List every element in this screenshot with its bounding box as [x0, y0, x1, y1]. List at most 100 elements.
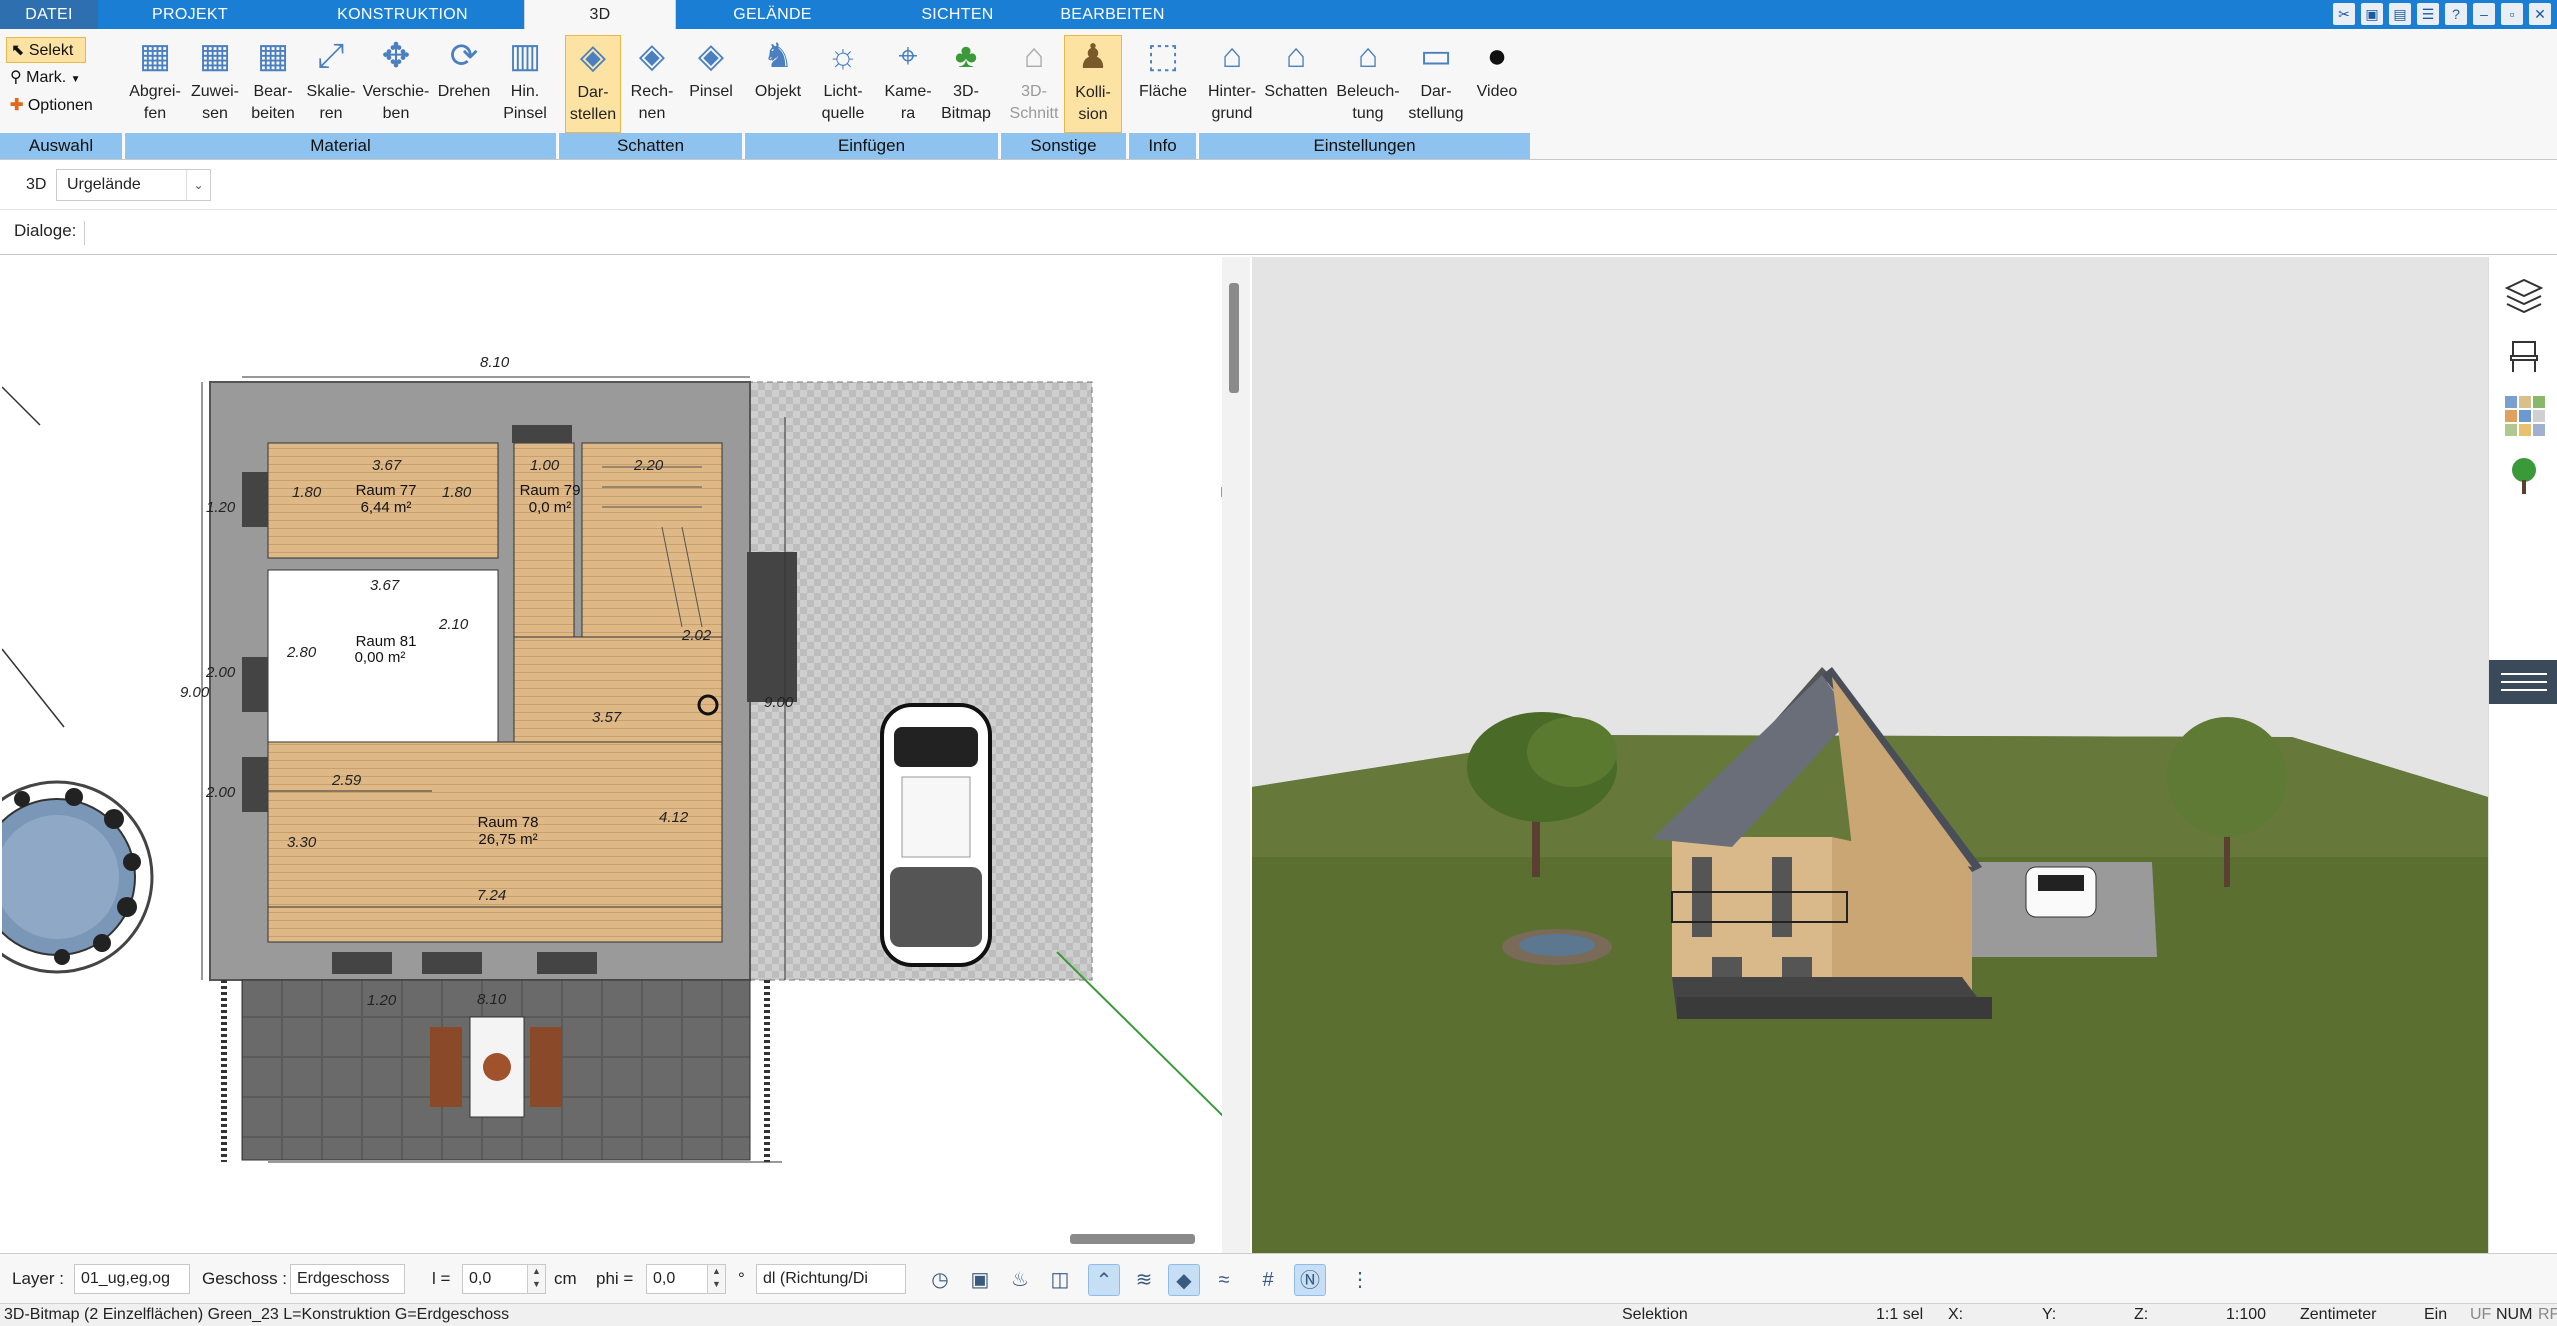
grid-icon[interactable]: #	[1252, 1264, 1284, 1296]
3d-scene[interactable]	[1252, 257, 2488, 1253]
person-icon: ♟	[1077, 38, 1109, 76]
right-side-panel	[2488, 257, 2557, 1253]
more-icon[interactable]: ⋮	[1344, 1264, 1376, 1296]
background-button[interactable]: ⌂ Hinter-grund	[1202, 35, 1262, 125]
tab-datei[interactable]: DATEI	[0, 0, 98, 29]
hint-brush-button[interactable]: ▥ Hin. Pinsel	[496, 35, 554, 125]
edit-material-button[interactable]: ▦ Bear-beiten	[244, 35, 302, 125]
angle-stepper-icon[interactable]: ▲ ▼	[707, 1265, 725, 1293]
lamp-icon[interactable]: ♨	[1004, 1264, 1036, 1296]
tools-icon[interactable]: ✂	[2333, 3, 2355, 25]
status-message: 3D-Bitmap (2 Einzelflächen) Green_23 L=K…	[4, 1306, 510, 1323]
group-info: Info	[1128, 133, 1196, 159]
settings-icon[interactable]: ☰	[2417, 3, 2439, 25]
shadow-settings-label: Schatten	[1264, 83, 1328, 100]
clock-icon[interactable]: ◷	[924, 1264, 956, 1296]
insert-light-label: Licht-quelle	[821, 83, 865, 122]
move-material-button[interactable]: ✥ Verschie-ben	[360, 35, 432, 125]
tab-bearbeiten[interactable]: BEARBEITEN	[1050, 0, 1175, 29]
plane-icon[interactable]: ◆	[1168, 1264, 1200, 1296]
compute-shadow-label: Rech-nen	[630, 83, 674, 122]
group-einfuegen: Einfügen	[744, 133, 998, 159]
layers-panel-icon[interactable]	[2501, 272, 2547, 318]
terrain-select[interactable]: Urgelände ⌄	[56, 169, 211, 201]
plan-horizontal-scroll-thumb[interactable]	[1070, 1234, 1195, 1244]
length-input[interactable]: 0,0 ▲ ▼	[462, 1264, 546, 1294]
select-button[interactable]: ⬉ Selekt	[6, 37, 86, 63]
lightbulb-icon: ☼	[827, 37, 859, 75]
clipboard-icon[interactable]: ▣	[2361, 3, 2383, 25]
length-label: l =	[432, 1269, 451, 1288]
tab-konstruktion[interactable]: KONSTRUKTION	[320, 0, 485, 29]
shadow-brush-button[interactable]: ◈ Pinsel	[683, 35, 739, 103]
lighting-button[interactable]: ⌂ Beleuch-tung	[1330, 35, 1406, 125]
layer-label: Layer :	[12, 1269, 64, 1288]
select-label: Selekt	[28, 42, 74, 59]
tab-projekt[interactable]: PROJEKT	[120, 0, 260, 29]
floor-plan-view[interactable]: 8.10 3.67 1.00 2.20 1.80 1.80 3.67 2.80 …	[2, 257, 1224, 1253]
3d-view[interactable]	[1252, 257, 2488, 1253]
3d-label: 3D	[26, 176, 47, 193]
group-einstellungen: Einstellungen	[1198, 133, 1530, 159]
options-button[interactable]: ✚ Optionen	[6, 93, 97, 119]
status-x: X:	[1948, 1306, 1964, 1323]
north-icon[interactable]: Ⓝ	[1294, 1264, 1326, 1296]
tab-3d[interactable]: 3D	[524, 0, 676, 29]
collision-button[interactable]: ♟ Kolli-sion	[1064, 35, 1122, 133]
water-icon[interactable]: ≈	[1208, 1264, 1240, 1296]
house-bg-icon: ⌂	[1221, 37, 1243, 75]
furniture-panel-icon[interactable]	[2501, 332, 2547, 378]
plants-panel-icon[interactable]	[2501, 452, 2547, 498]
dim-label: 2.00	[205, 784, 236, 801]
floor-label: Geschoss :	[202, 1269, 288, 1288]
dim-label: 9.00	[180, 684, 210, 701]
scale-material-button[interactable]: ⤢ Skalie-ren	[302, 35, 360, 125]
compute-shadow-button[interactable]: ◈ Rech-nen	[625, 35, 679, 125]
insert-3dbitmap-button[interactable]: ♣ 3D- Bitmap	[938, 35, 994, 125]
assign-material-button[interactable]: ▦ Zuwei-sen	[186, 35, 244, 125]
group-schatten: Schatten	[558, 133, 742, 159]
video-label: Video	[1476, 83, 1518, 100]
dim-label: 1.80	[292, 484, 322, 501]
status-rf: RF	[2538, 1306, 2557, 1323]
3d-section-button[interactable]: ⌂ 3D- Schnitt	[1006, 35, 1062, 125]
layer-select[interactable]: 01_ug,eg,og	[74, 1264, 190, 1294]
hamburger-menu-icon[interactable]	[2489, 660, 2557, 704]
insert-light-button[interactable]: ☼ Licht-quelle	[808, 35, 878, 125]
insert-camera-button[interactable]: ⌖ Kame-ra	[878, 35, 938, 125]
materials-panel-icon[interactable]	[2501, 392, 2547, 438]
layers-icon[interactable]: ▤	[2389, 3, 2411, 25]
floor-select[interactable]: Erdgeschoss	[290, 1264, 405, 1294]
video-button[interactable]: ● Video	[1466, 35, 1528, 103]
minimize-icon[interactable]: –	[2473, 3, 2495, 25]
floor-plan-canvas[interactable]: 8.10 3.67 1.00 2.20 1.80 1.80 3.67 2.80 …	[2, 257, 1224, 1253]
chair-icon: ♞	[762, 37, 794, 75]
scroll-thumb[interactable]	[1229, 283, 1239, 393]
tab-gelaende[interactable]: GELÄNDE	[700, 0, 845, 29]
help-icon[interactable]: ?	[2445, 3, 2467, 25]
plan-vertical-scrollbar[interactable]	[1222, 257, 1250, 1253]
mark-button[interactable]: ⚲ Mark. ▼	[6, 65, 85, 91]
menu-bar: DATEI PROJEKT KONSTRUKTION 3D GELÄNDE SI…	[0, 0, 2557, 29]
cube-stack-icon[interactable]: ◫	[1044, 1264, 1076, 1296]
shadow-settings-button[interactable]: ⌂ Schatten	[1262, 35, 1330, 103]
dim-label: 1.20	[367, 992, 397, 1009]
angle-input[interactable]: 0,0 ▲ ▼	[646, 1264, 726, 1294]
screen-icon[interactable]: ▣	[964, 1264, 996, 1296]
direction-select[interactable]: dl (Richtung/Di	[756, 1264, 906, 1294]
insert-object-button[interactable]: ♞ Objekt	[750, 35, 806, 103]
length-unit: cm	[554, 1269, 577, 1288]
display-settings-button[interactable]: ▭ Dar-stellung	[1406, 35, 1466, 125]
show-shadow-button[interactable]: ◈ Dar-stellen	[565, 35, 621, 133]
area-button[interactable]: ⬚ Fläche	[1134, 35, 1192, 103]
length-stepper-icon[interactable]: ▲ ▼	[527, 1265, 545, 1293]
display-settings-label: Dar-stellung	[1408, 83, 1464, 122]
restore-icon[interactable]: ▫	[2501, 3, 2523, 25]
room-name: Raum 78	[478, 814, 539, 831]
pick-material-button[interactable]: ▦ Abgrei-fen	[124, 35, 186, 125]
tab-sichten[interactable]: SICHTEN	[890, 0, 1025, 29]
wave-icon[interactable]: ≋	[1128, 1264, 1160, 1296]
close-icon[interactable]: ✕	[2529, 3, 2551, 25]
rotate-material-button[interactable]: ⟳ Drehen	[432, 35, 496, 103]
roof-icon[interactable]: ⌃	[1088, 1264, 1120, 1296]
